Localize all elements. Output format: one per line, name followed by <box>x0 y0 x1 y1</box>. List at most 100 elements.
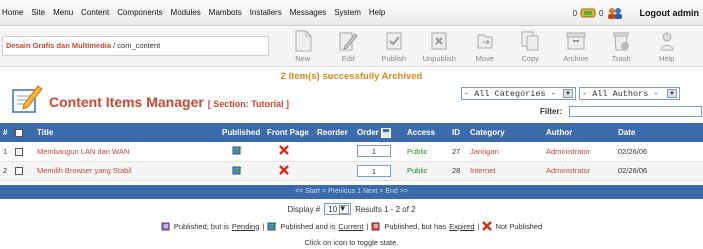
col-date: Date <box>615 123 703 142</box>
unpublish-icon <box>431 32 447 50</box>
row-title-link[interactable]: Memilih Browser yang Stabil <box>37 166 132 175</box>
row-category-link[interactable]: Jaringan <box>470 147 499 156</box>
row-id: 27 <box>449 142 467 162</box>
menu-mambots[interactable]: Mambots <box>209 8 242 17</box>
toggle-note: Click on icon to toggle state. <box>304 238 399 247</box>
edit-label: Edit <box>341 54 355 63</box>
copy-button[interactable]: Copy <box>508 27 554 63</box>
archive-icon <box>566 32 586 50</box>
site-name[interactable]: Desain Grafis dan Multimedia <box>6 41 111 50</box>
menu-menu[interactable]: Menu <box>53 8 73 17</box>
row-access[interactable]: Public <box>404 161 449 181</box>
edit-button[interactable]: Edit <box>326 27 372 63</box>
results-text: Results 1 - 2 of 2 <box>355 204 416 214</box>
row-published-cell <box>219 142 264 162</box>
table-row: 1 Membangun LAN dan WAN 1 Public 27 Jari… <box>0 142 703 162</box>
unpublish-label: Unpublish <box>422 54 456 63</box>
row-access[interactable]: Public <box>404 142 449 162</box>
not-published-icon <box>482 221 493 231</box>
page-title-text: Content Items Manager <box>49 94 204 110</box>
mail-icon[interactable] <box>580 8 596 18</box>
filter-label: Filter: <box>540 107 563 116</box>
top-status: 0 0 Logout admin <box>573 7 699 19</box>
legend: Published, but is Pending | Published an… <box>0 221 703 231</box>
section-label: [ Section: Tutorial ] <box>207 99 290 109</box>
pathway: Desain Grafis dan Multimedia / com_conte… <box>2 36 269 56</box>
row-frontpage-cell <box>264 142 314 162</box>
row-title-link[interactable]: Membangun LAN dan WAN <box>37 147 129 156</box>
author-select[interactable]: - All Authors - ▼ <box>579 87 680 100</box>
row-author-link[interactable]: Administrator <box>546 166 590 175</box>
trash-icon <box>613 32 630 51</box>
archive-label: Archive <box>563 54 589 63</box>
row-published-cell <box>219 161 264 181</box>
unpublish-button[interactable]: Unpublish <box>417 27 463 63</box>
users-count: 0 <box>599 8 604 18</box>
order-input[interactable]: 1 <box>357 145 391 158</box>
logout-link[interactable]: Logout admin <box>640 8 700 18</box>
row-checkbox[interactable] <box>15 147 23 156</box>
published-current-icon[interactable] <box>232 165 242 175</box>
row-date: 02/26/06 <box>615 161 703 181</box>
col-checkbox[interactable] <box>12 123 34 142</box>
row-author-cell: Administrator <box>543 142 615 162</box>
menu-site[interactable]: Site <box>31 8 45 17</box>
menu-modules[interactable]: Modules <box>171 8 201 17</box>
new-icon <box>295 30 312 52</box>
col-order-label: Order <box>357 127 379 137</box>
menu-bar: Home Site Menu Content Components Module… <box>0 0 703 26</box>
category-select[interactable]: - All Categories - ▼ <box>461 87 576 100</box>
page-title: Content Items Manager [ Section: Tutoria… <box>49 94 289 110</box>
row-author-link[interactable]: Administrator <box>546 147 590 156</box>
published-current-icon <box>267 222 277 231</box>
publish-label: Publish <box>381 54 407 63</box>
new-label: New <box>295 54 311 63</box>
menu-home[interactable]: Home <box>2 8 23 17</box>
legend-expired-prefix: Published, but has <box>384 221 447 231</box>
menu-system[interactable]: System <box>334 8 361 17</box>
save-order-icon[interactable] <box>381 127 392 138</box>
order-input[interactable]: 1 <box>357 164 391 177</box>
not-frontpage-icon[interactable] <box>279 164 289 175</box>
move-button[interactable]: Move <box>462 27 508 63</box>
menu-content[interactable]: Content <box>81 8 109 17</box>
filter-input[interactable] <box>569 106 702 117</box>
category-select-value: - All Categories - <box>464 88 556 99</box>
row-checkbox[interactable] <box>15 167 23 175</box>
col-category: Category <box>467 123 543 142</box>
display-count-value: 10 <box>328 204 338 214</box>
display-count-select[interactable]: 10 ▼ <box>324 203 352 215</box>
row-category-link[interactable]: Internet <box>470 166 495 175</box>
published-current-icon[interactable] <box>232 145 242 155</box>
chevron-down-icon: ▼ <box>667 89 677 98</box>
legend-current-prefix: Published and is <box>280 221 336 231</box>
not-frontpage-icon[interactable] <box>279 145 289 156</box>
menu-installers[interactable]: Installers <box>250 8 282 17</box>
users-icon[interactable] <box>607 7 623 19</box>
archive-button[interactable]: Archive <box>553 27 599 63</box>
help-button[interactable]: Help <box>644 27 690 63</box>
legend-not-published: Not Published <box>495 221 543 231</box>
row-checkbox-cell <box>12 161 34 181</box>
content-manager-icon <box>12 85 43 113</box>
copy-label: Copy <box>521 54 539 63</box>
col-id: ID <box>449 123 467 142</box>
success-message: 2 Item(s) successfully Archived <box>280 71 423 82</box>
col-reorder: Reorder <box>314 123 354 142</box>
display-label: Display # <box>287 204 321 214</box>
legend-current: Current <box>338 221 364 231</box>
legend-pending-prefix: Published, but is <box>173 221 229 231</box>
select-all-checkbox[interactable] <box>15 128 23 137</box>
pagination-bar[interactable]: << Start < Previous 1 Next > End >> <box>0 185 703 199</box>
row-date: 02/26/06 <box>615 142 703 162</box>
new-button[interactable]: New <box>280 27 326 63</box>
main-menu: Home Site Menu Content Components Module… <box>2 8 385 17</box>
trash-button[interactable]: Trash <box>599 27 645 63</box>
pathway-component: / com_content <box>111 41 161 50</box>
publish-button[interactable]: Publish <box>371 27 417 63</box>
menu-components[interactable]: Components <box>117 8 162 17</box>
menu-messages[interactable]: Messages <box>290 8 326 17</box>
menu-help[interactable]: Help <box>369 8 385 17</box>
row-frontpage-cell <box>264 161 314 181</box>
col-frontpage: Front Page <box>264 123 314 142</box>
